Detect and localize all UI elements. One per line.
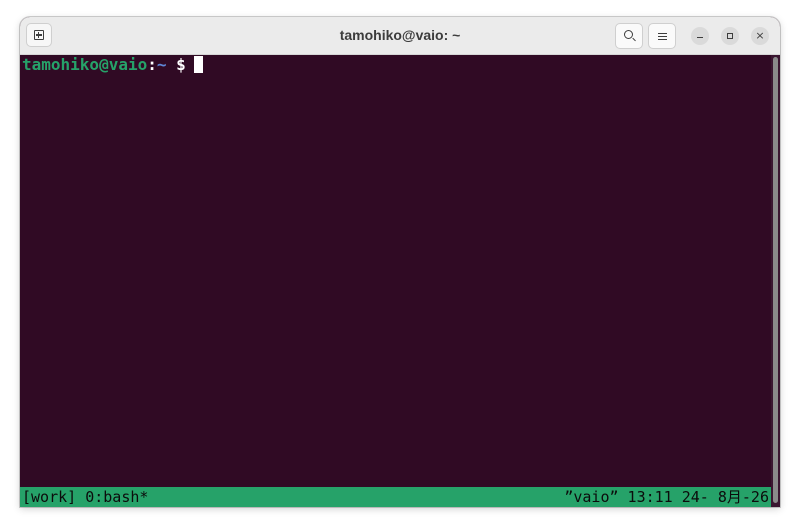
tmux-session-window[interactable]: [work] 0:bash*: [22, 487, 148, 507]
prompt-symbol: $: [166, 55, 186, 74]
new-tab-icon: [34, 30, 44, 40]
prompt-path: ~: [156, 55, 167, 74]
prompt-separator: :: [147, 55, 157, 74]
maximize-button[interactable]: [721, 27, 739, 45]
close-button[interactable]: ×: [751, 27, 769, 45]
prompt-user-host: tamohiko@vaio: [22, 55, 148, 74]
prompt-line: tamohiko@vaio:~ $: [22, 55, 203, 74]
scrollbar[interactable]: [771, 55, 780, 507]
text-cursor: [193, 56, 203, 73]
close-icon: ×: [755, 29, 765, 42]
scrollbar-thumb[interactable]: [773, 57, 778, 503]
new-tab-button[interactable]: [26, 23, 52, 47]
tmux-host-clock: ”vaio” 13:11 24- 8月-26: [564, 488, 769, 506]
search-button[interactable]: [615, 23, 643, 49]
tmux-status-bar: [work] 0:bash* ”vaio” 13:11 24- 8月-26: [20, 487, 771, 507]
title-bar[interactable]: tamohiko@vaio: ~ ×: [20, 17, 780, 55]
minimize-icon: [697, 37, 703, 39]
search-icon: [624, 30, 633, 39]
hamburger-menu-icon: [658, 33, 667, 40]
terminal-area[interactable]: tamohiko@vaio:~ $: [20, 55, 771, 487]
terminal-window: tamohiko@vaio: ~ × tamohiko@vaio:~ $ [wo…: [20, 17, 780, 507]
maximize-icon: [727, 33, 733, 39]
menu-button[interactable]: [648, 23, 676, 49]
minimize-button[interactable]: [691, 27, 709, 45]
